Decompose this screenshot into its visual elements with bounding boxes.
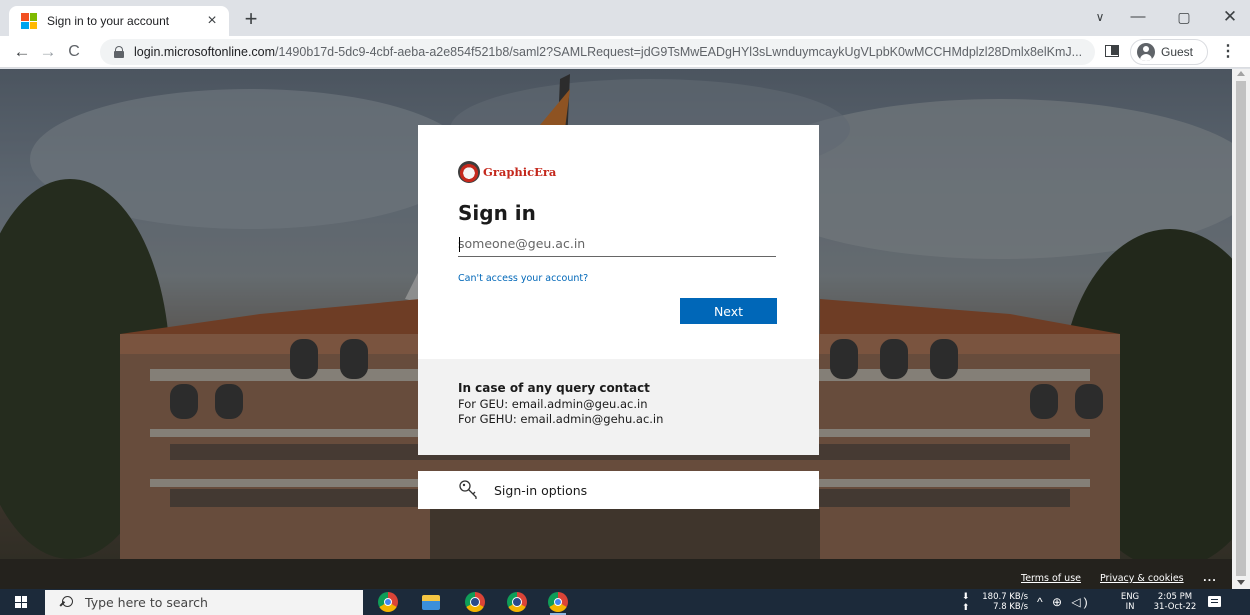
url-domain: login.microsoftonline.com: [134, 45, 276, 59]
page-scrollbar[interactable]: [1232, 69, 1250, 589]
org-logo: GraphicEra: [458, 161, 556, 183]
url-text[interactable]: login.microsoftonline.com/1490b17d-5dc9-…: [134, 45, 1084, 59]
contact-heading: In case of any query contact: [458, 381, 650, 395]
windows-start-icon[interactable]: [15, 596, 27, 608]
maximize-button[interactable]: ▢: [1164, 4, 1204, 30]
text-cursor: [459, 237, 460, 252]
chrome-profile2-taskbar-icon[interactable]: [507, 592, 527, 612]
net-down-speed: 180.7 KB/s: [982, 592, 1028, 602]
scroll-up-icon[interactable]: [1237, 71, 1245, 76]
profile-label: Guest: [1161, 45, 1194, 59]
network-speed: 180.7 KB/s 7.8 KB/s: [976, 592, 1028, 612]
search-icon: [59, 595, 73, 610]
lang-line2: IN: [1125, 602, 1135, 612]
contact-geu: For GEU: email.admin@geu.ac.in: [458, 397, 648, 411]
taskbar-search[interactable]: Type here to search: [45, 590, 363, 615]
avatar-icon: [1137, 43, 1155, 61]
signin-options-label: Sign-in options: [494, 482, 588, 498]
new-tab-button[interactable]: +: [238, 7, 264, 33]
more-options-icon[interactable]: ...: [1203, 573, 1217, 584]
chrome-profile-taskbar-icon[interactable]: [465, 592, 485, 612]
tab-close-icon[interactable]: ×: [203, 12, 221, 30]
scroll-thumb[interactable]: [1236, 81, 1246, 576]
next-button[interactable]: Next: [680, 298, 777, 324]
taskbar: Type here to search ⬇ ⬆ 180.7 KB/s 7.8 KB…: [0, 589, 1250, 615]
profile-button[interactable]: Guest: [1130, 39, 1208, 65]
menu-kebab-icon[interactable]: ⋮: [1218, 40, 1238, 64]
language-indicator[interactable]: ENG IN: [1118, 592, 1142, 612]
key-icon: [459, 480, 477, 499]
lang-line1: ENG: [1120, 592, 1140, 602]
email-field[interactable]: [458, 231, 776, 257]
chrome-taskbar-icon[interactable]: [378, 592, 398, 612]
system-tray-icons[interactable]: ^ ⊕ ◁): [1037, 595, 1091, 609]
taskbar-search-placeholder: Type here to search: [85, 595, 208, 610]
clock-date: 31-Oct-22: [1153, 602, 1197, 612]
lock-icon[interactable]: [114, 46, 124, 58]
network-globe-icon[interactable]: ⊕: [1052, 595, 1065, 609]
chrome-active-taskbar-icon[interactable]: [548, 592, 568, 615]
file-explorer-taskbar-icon[interactable]: [422, 595, 440, 610]
signin-options-button[interactable]: Sign-in options: [418, 471, 819, 509]
show-hidden-icons-chevron-icon[interactable]: ^: [1037, 595, 1046, 609]
minimize-button[interactable]: —: [1118, 4, 1158, 30]
page-title: Sign in: [458, 201, 536, 225]
back-arrow-icon[interactable]: ←: [10, 40, 34, 64]
terms-of-use-link[interactable]: Terms of use: [1021, 573, 1081, 584]
tab-strip: Sign in to your account × + ∨ — ▢ ✕: [0, 0, 1250, 36]
network-speed-arrows-icon: ⬇ ⬆: [962, 591, 970, 612]
net-up-speed: 7.8 KB/s: [993, 602, 1028, 612]
contact-panel: In case of any query contact For GEU: em…: [418, 359, 819, 455]
scroll-down-icon[interactable]: [1237, 580, 1245, 585]
page-viewport: GraphicEra Sign in Can't access your acc…: [0, 69, 1232, 589]
microsoft-logo-icon: [21, 13, 37, 29]
close-window-button[interactable]: ✕: [1210, 4, 1250, 30]
signin-card: GraphicEra Sign in Can't access your acc…: [418, 125, 819, 455]
browser-toolbar: ← → C login.microsoftonline.com/1490b17d…: [0, 36, 1250, 68]
reload-icon[interactable]: C: [62, 40, 86, 64]
volume-icon[interactable]: ◁): [1071, 595, 1090, 609]
forward-arrow-icon[interactable]: →: [36, 40, 60, 64]
tab-title: Sign in to your account: [47, 14, 170, 28]
url-path: /1490b17d-5dc9-4cbf-aeba-a2e854f521b8/sa…: [275, 45, 1083, 59]
logo-text: GraphicEra: [483, 164, 557, 179]
graphic-era-emblem-icon: [458, 161, 480, 183]
tab-sign-in[interactable]: Sign in to your account ×: [9, 6, 229, 36]
clock-time: 2:05 PM: [1157, 592, 1193, 602]
side-panel-icon[interactable]: [1105, 45, 1119, 57]
privacy-cookies-link[interactable]: Privacy & cookies: [1100, 573, 1184, 584]
contact-gehu: For GEHU: email.admin@gehu.ac.in: [458, 412, 664, 426]
tab-search-chevron-icon[interactable]: ∨: [1080, 4, 1120, 30]
signin-form: GraphicEra Sign in Can't access your acc…: [418, 125, 819, 359]
address-bar[interactable]: login.microsoftonline.com/1490b17d-5dc9-…: [100, 39, 1095, 65]
cant-access-link[interactable]: Can't access your account?: [458, 273, 588, 284]
clock[interactable]: 2:05 PM 31-Oct-22: [1150, 592, 1200, 612]
notifications-icon[interactable]: [1208, 596, 1221, 607]
